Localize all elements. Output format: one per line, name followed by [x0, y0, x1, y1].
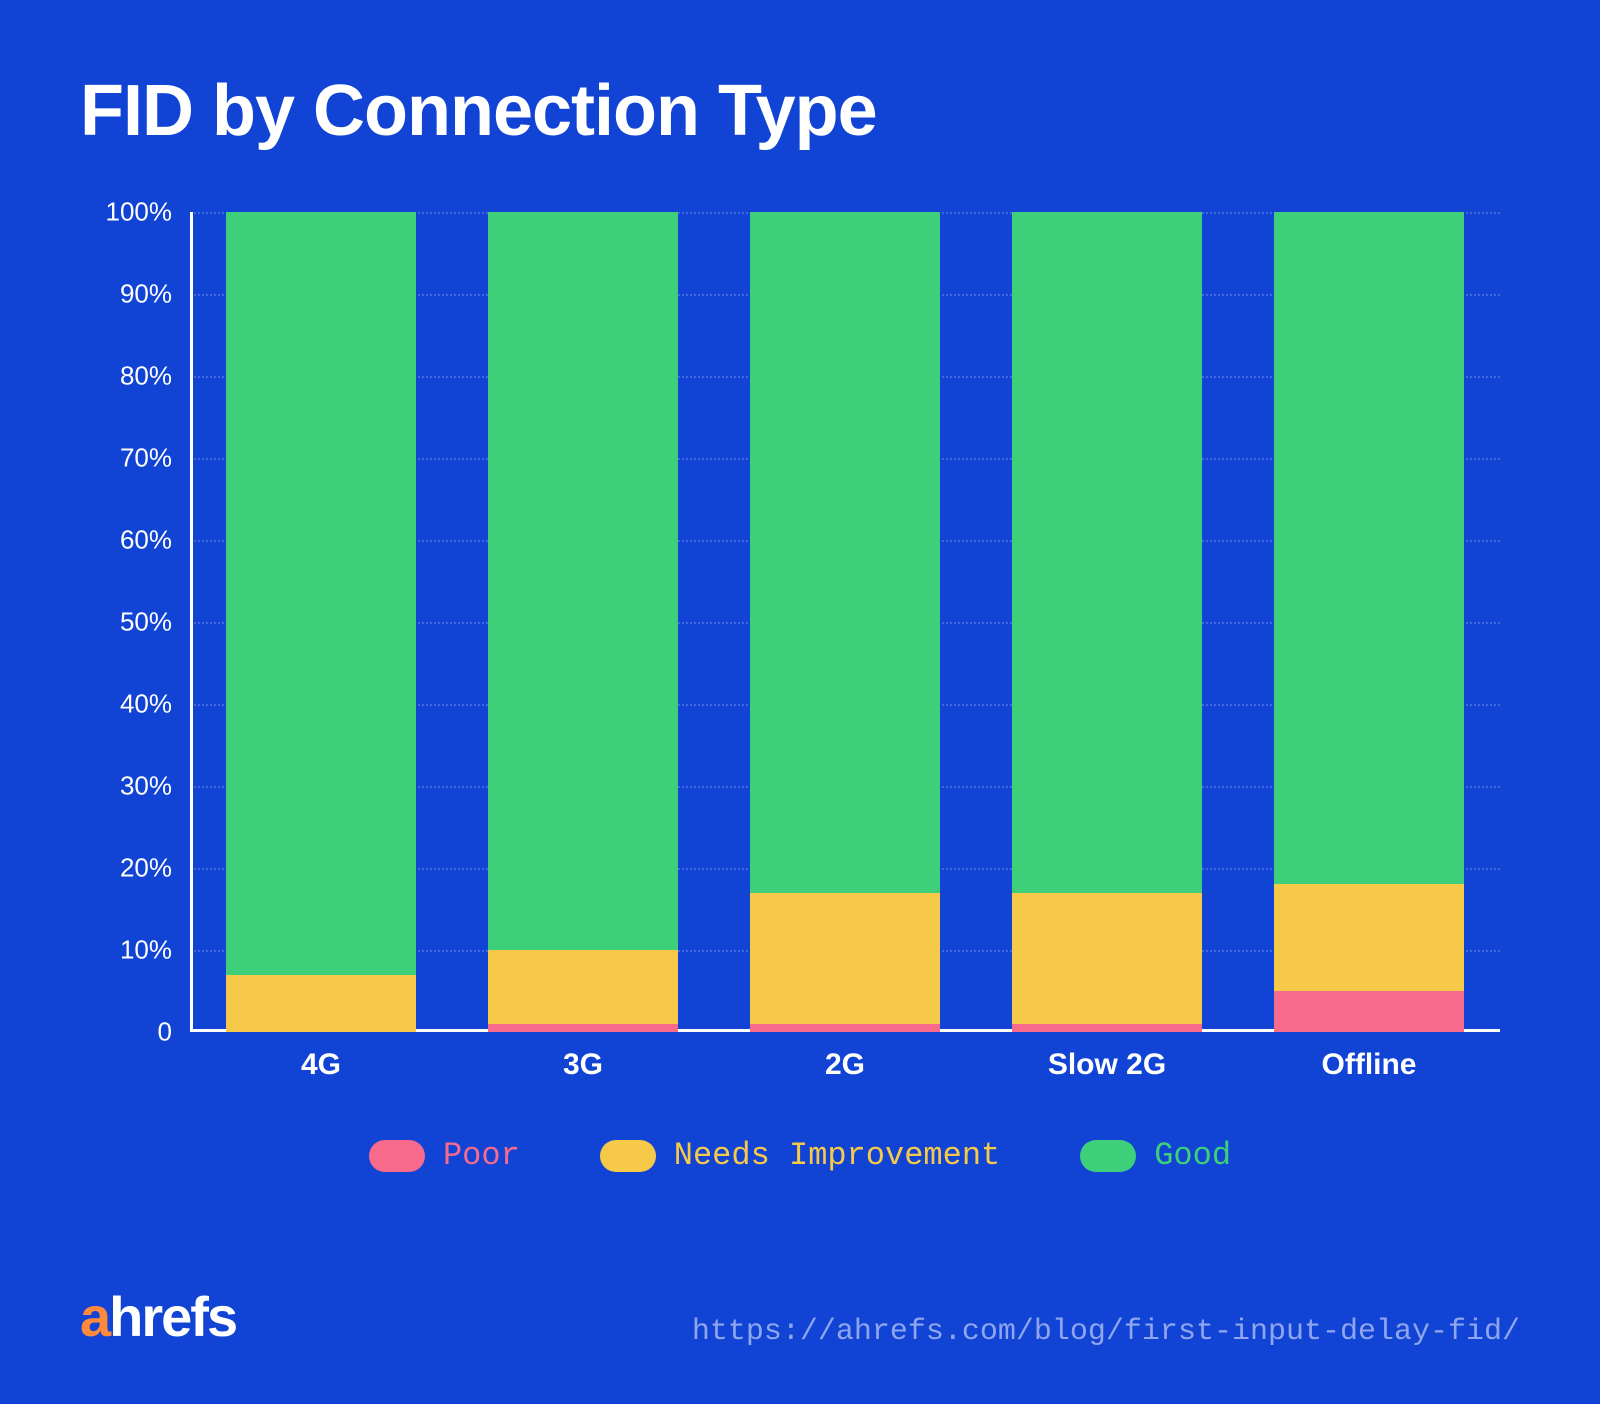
bar-segment	[488, 950, 678, 1024]
bar-segment	[226, 212, 416, 975]
brand-logo: ahrefs	[80, 1284, 236, 1349]
source-url: https://ahrefs.com/blog/first-input-dela…	[692, 1315, 1520, 1349]
bar-column	[190, 212, 452, 1032]
bar	[488, 212, 678, 1032]
legend-swatch-good	[1080, 1140, 1136, 1172]
bar-segment	[750, 1024, 940, 1032]
y-tick: 10%	[120, 935, 172, 966]
bar-segment	[750, 212, 940, 893]
bar	[1274, 212, 1464, 1032]
legend-label-good: Good	[1154, 1137, 1231, 1174]
bar-column	[714, 212, 976, 1032]
x-label: 3G	[452, 1032, 714, 1092]
bar	[226, 212, 416, 1032]
bar-segment	[226, 975, 416, 1032]
bar-column	[1238, 212, 1500, 1032]
x-label: 4G	[190, 1032, 452, 1092]
chart-title: FID by Connection Type	[80, 70, 1520, 152]
legend-label-needs: Needs Improvement	[674, 1137, 1000, 1174]
y-tick: 90%	[120, 279, 172, 310]
x-axis-labels: 4G3G2GSlow 2GOffline	[190, 1032, 1500, 1092]
bar-segment	[488, 212, 678, 950]
bar-segment	[1012, 1024, 1202, 1032]
bars-container	[190, 212, 1500, 1032]
y-axis: 010%20%30%40%50%60%70%80%90%100%	[80, 212, 190, 1032]
chart-container: 010%20%30%40%50%60%70%80%90%100% 4G3G2GS…	[80, 212, 1520, 1092]
y-tick: 50%	[120, 607, 172, 638]
y-tick: 100%	[106, 197, 173, 228]
bar-segment	[488, 1024, 678, 1032]
y-tick: 20%	[120, 853, 172, 884]
legend-swatch-poor	[369, 1140, 425, 1172]
x-label: Slow 2G	[976, 1032, 1238, 1092]
legend-label-poor: Poor	[443, 1137, 520, 1174]
y-tick: 80%	[120, 361, 172, 392]
legend-item-good: Good	[1080, 1137, 1231, 1174]
bar-segment	[750, 893, 940, 1024]
x-label: Offline	[1238, 1032, 1500, 1092]
legend-swatch-needs	[600, 1140, 656, 1172]
plot-area	[190, 212, 1500, 1032]
brand-a: a	[80, 1285, 109, 1348]
brand-rest: hrefs	[109, 1285, 236, 1348]
bar-segment	[1012, 212, 1202, 893]
legend-item-needs: Needs Improvement	[600, 1137, 1000, 1174]
y-tick: 0	[158, 1017, 172, 1048]
bar-segment	[1274, 884, 1464, 991]
x-label: 2G	[714, 1032, 976, 1092]
footer: ahrefs https://ahrefs.com/blog/first-inp…	[80, 1284, 1520, 1349]
y-tick: 40%	[120, 689, 172, 720]
bar	[1012, 212, 1202, 1032]
bar-segment	[1274, 212, 1464, 884]
y-tick: 70%	[120, 443, 172, 474]
bar-segment	[1274, 991, 1464, 1032]
legend-item-poor: Poor	[369, 1137, 520, 1174]
bar-segment	[1012, 893, 1202, 1024]
y-tick: 30%	[120, 771, 172, 802]
bar	[750, 212, 940, 1032]
bar-column	[452, 212, 714, 1032]
y-tick: 60%	[120, 525, 172, 556]
bar-column	[976, 212, 1238, 1032]
legend: Poor Needs Improvement Good	[80, 1137, 1520, 1174]
